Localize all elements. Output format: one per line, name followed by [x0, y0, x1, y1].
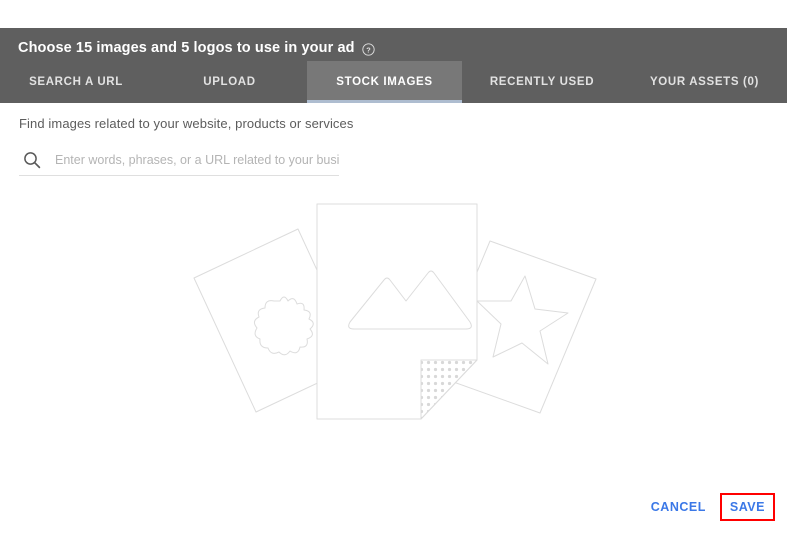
save-button-highlight: SAVE: [719, 493, 775, 521]
tab-label: STOCK IMAGES: [336, 76, 433, 88]
search-input[interactable]: [55, 153, 339, 167]
dialog-title: Choose 15 images and 5 logos to use in y…: [18, 40, 375, 56]
save-button[interactable]: SAVE: [722, 495, 773, 519]
tab-search-a-url[interactable]: SEARCH A URL: [0, 61, 152, 103]
tab-label: UPLOAD: [203, 76, 256, 88]
tab-recently-used[interactable]: RECENTLY USED: [462, 61, 622, 103]
tab-your-assets[interactable]: YOUR ASSETS (0): [622, 61, 787, 103]
tab-bar: SEARCH A URL UPLOAD STOCK IMAGES RECENTL…: [0, 61, 787, 103]
tab-label: SEARCH A URL: [29, 76, 123, 88]
dialog-body: Find images related to your website, pro…: [0, 103, 787, 547]
dialog-footer-actions: CANCEL SAVE: [641, 493, 775, 521]
cancel-button[interactable]: CANCEL: [641, 493, 716, 521]
instruction-text: Find images related to your website, pro…: [19, 116, 354, 131]
search-icon: [22, 150, 42, 170]
tab-upload[interactable]: UPLOAD: [152, 61, 307, 103]
help-circle-icon[interactable]: ?: [361, 42, 375, 56]
tab-label: RECENTLY USED: [489, 76, 595, 88]
svg-text:?: ?: [366, 45, 371, 54]
stacked-photo-cards-illustration: [180, 191, 610, 436]
search-field[interactable]: [19, 145, 339, 176]
tab-label: YOUR ASSETS (0): [649, 76, 759, 88]
photo-card-with-mountains: [316, 203, 478, 420]
dialog-title-text: Choose 15 images and 5 logos to use in y…: [18, 40, 355, 56]
tab-stock-images[interactable]: STOCK IMAGES: [307, 61, 462, 103]
dialog-header: Choose 15 images and 5 logos to use in y…: [0, 28, 787, 103]
